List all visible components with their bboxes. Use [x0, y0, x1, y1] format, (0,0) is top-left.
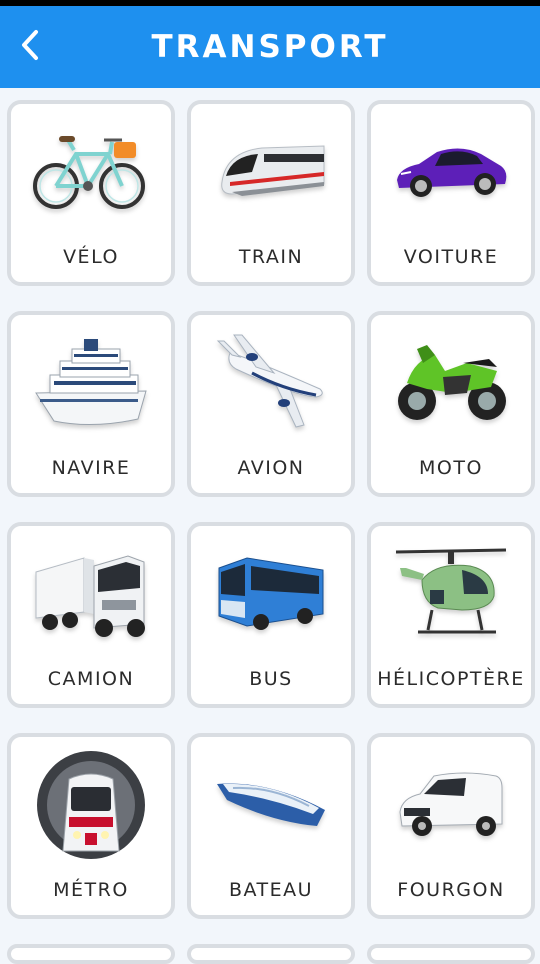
- bicycle-icon: [33, 136, 145, 209]
- card-label: CAMION: [47, 668, 135, 690]
- card-partial[interactable]: [7, 944, 175, 964]
- card-label: FOURGON: [397, 879, 505, 901]
- helicopter-icon: [395, 548, 507, 634]
- card-voiture[interactable]: VOITURE: [367, 100, 535, 286]
- chevron-left-icon: [22, 30, 38, 60]
- card-bus[interactable]: BUS: [187, 522, 355, 708]
- card-helicoptere[interactable]: HÉLICOPTÈRE: [367, 522, 535, 708]
- train-icon: [221, 145, 325, 196]
- card-label: VÉLO: [63, 246, 119, 268]
- car-icon: [397, 148, 507, 197]
- card-avion[interactable]: AVION: [187, 311, 355, 497]
- card-label: BUS: [249, 668, 293, 690]
- card-fourgon[interactable]: FOURGON: [367, 733, 535, 919]
- card-label: MOTO: [419, 457, 483, 479]
- card-metro[interactable]: MÉTRO: [7, 733, 175, 919]
- ship-icon: [35, 339, 147, 426]
- card-label: VOITURE: [403, 246, 499, 268]
- motorcycle-icon: [398, 345, 506, 420]
- truck-icon: [35, 555, 145, 637]
- card-train[interactable]: TRAIN: [187, 100, 355, 286]
- card-bateau[interactable]: BATEAU: [187, 733, 355, 919]
- card-label: MÉTRO: [53, 879, 129, 901]
- transport-grid: VÉLO TRAIN VOITURE NAVIRE AVION MOTO CAM…: [0, 88, 540, 964]
- card-moto[interactable]: MOTO: [367, 311, 535, 497]
- app-header: TRANSPORT: [0, 6, 540, 88]
- bus-icon: [218, 557, 324, 630]
- airplane-icon: [216, 334, 323, 428]
- card-label: NAVIRE: [51, 457, 131, 479]
- card-label: BATEAU: [228, 879, 314, 901]
- back-button[interactable]: [10, 22, 50, 68]
- card-camion[interactable]: CAMION: [7, 522, 175, 708]
- metro-icon: [37, 751, 145, 859]
- boat-icon: [217, 783, 325, 826]
- card-velo[interactable]: VÉLO: [7, 100, 175, 286]
- card-navire[interactable]: NAVIRE: [7, 311, 175, 497]
- card-label: HÉLICOPTÈRE: [377, 668, 525, 690]
- card-label: TRAIN: [238, 246, 304, 268]
- card-label: AVION: [237, 457, 305, 479]
- van-icon: [399, 772, 503, 836]
- card-partial[interactable]: [187, 944, 355, 964]
- card-partial[interactable]: [367, 944, 535, 964]
- page-title: TRANSPORT: [151, 29, 389, 65]
